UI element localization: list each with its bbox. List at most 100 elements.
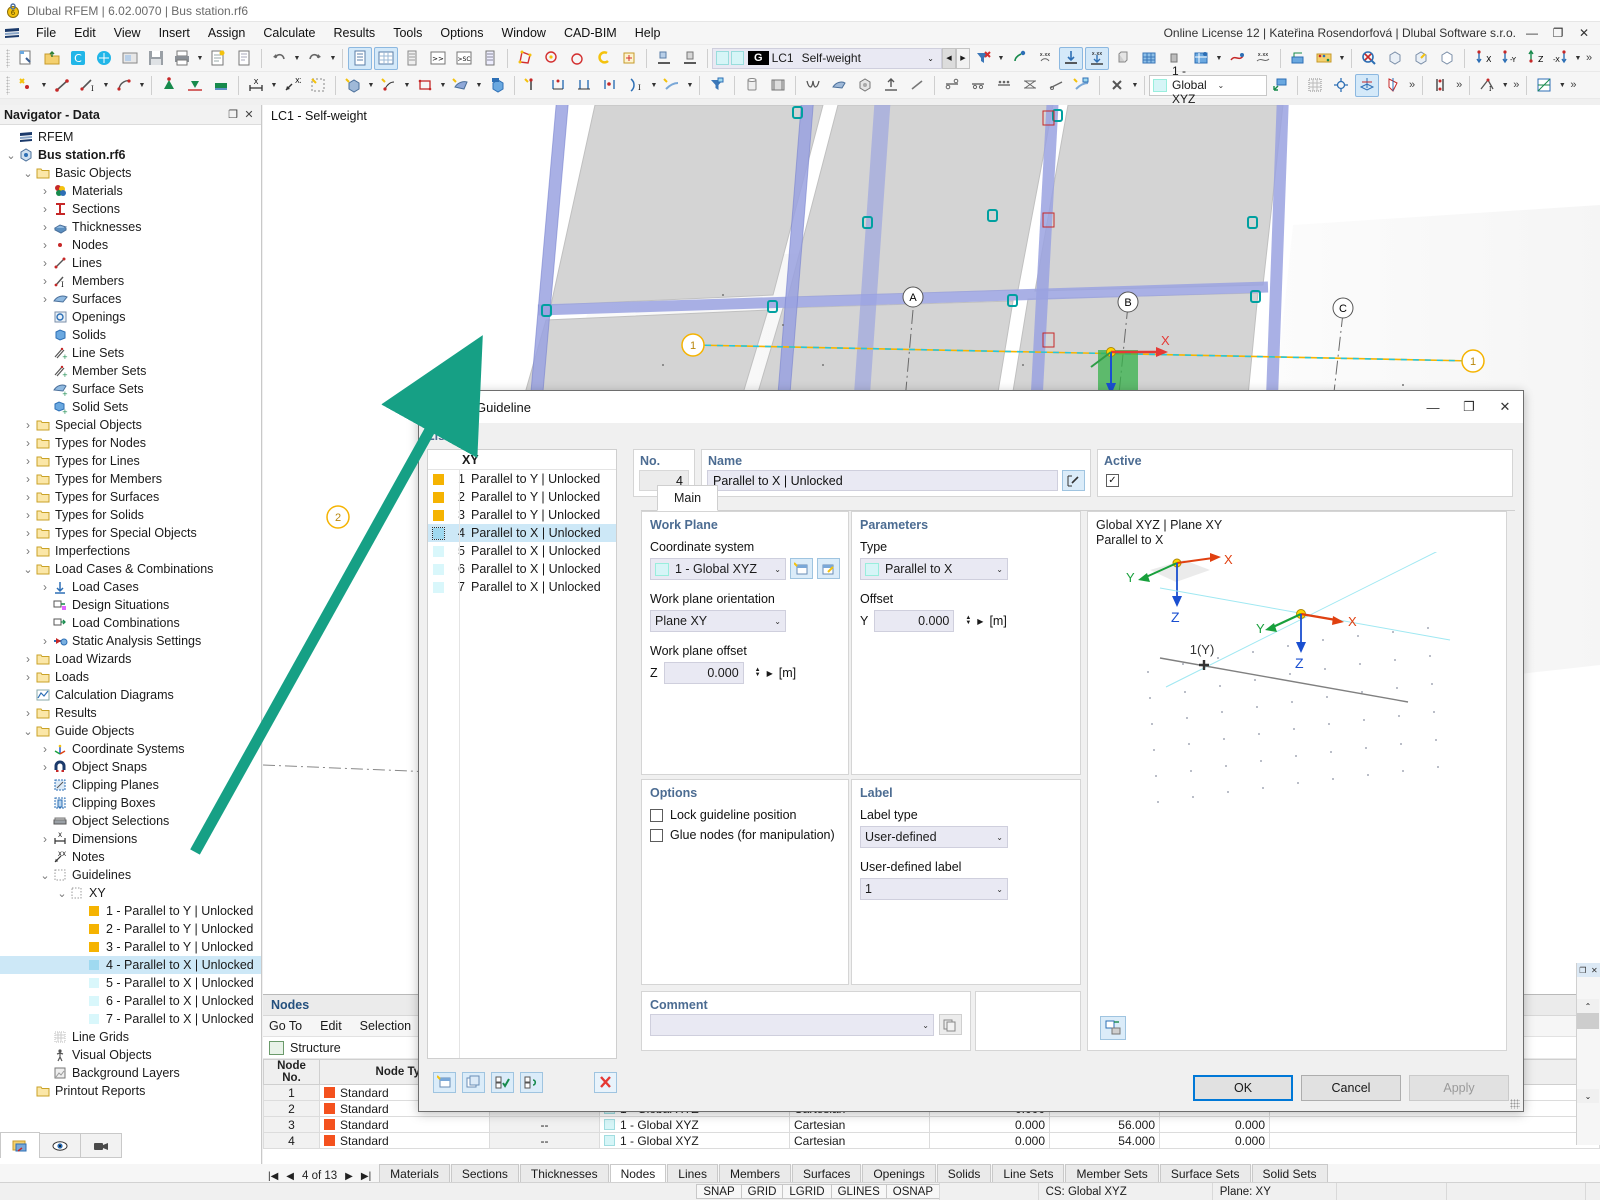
nav-item-background-layers[interactable]: Background Layers — [0, 1064, 261, 1082]
extrude-icon[interactable] — [879, 74, 903, 97]
navigator-tab-display[interactable] — [39, 1133, 81, 1158]
cell-node-no[interactable]: 4 — [264, 1133, 320, 1149]
nav-item-dimensions[interactable]: ›XDimensions — [0, 830, 261, 848]
dialog-close-button[interactable]: ✕ — [1487, 392, 1523, 422]
member-type-icon[interactable]: I — [624, 74, 648, 97]
properties-icon[interactable] — [478, 47, 502, 70]
nav-item-object-selections[interactable]: Object Selections — [0, 812, 261, 830]
member-hinge-icon[interactable] — [546, 74, 570, 97]
document-icon[interactable] — [232, 47, 256, 70]
status-toggle-osnap[interactable]: OSNAP — [886, 1184, 940, 1199]
list-panel-icon[interactable] — [400, 47, 424, 70]
nav-item-6-parallel-to-x-unlocked[interactable]: 6 - Parallel to X | Unlocked — [0, 992, 261, 1010]
navigator-undock-icon[interactable]: ❐ — [225, 107, 241, 123]
status-toggle-snap[interactable]: SNAP — [696, 1184, 741, 1199]
nav-item-types-for-special-objects[interactable]: ›Types for Special Objects — [0, 524, 261, 542]
object-tab-surfaces[interactable]: Surfaces — [792, 1164, 861, 1182]
preview-panel[interactable]: Global XYZ | Plane XY Parallel to X X Y … — [1087, 511, 1507, 1051]
navigator-tree[interactable]: RFEM⌄Bus station.rf6⌄Basic Objects›Mater… — [0, 125, 261, 1124]
curve-icon[interactable] — [801, 74, 825, 97]
new-member-dropdown-icon[interactable]: ▼ — [101, 74, 111, 97]
line-segment-icon[interactable] — [905, 74, 929, 97]
pager-next-button[interactable]: ▶ — [345, 1171, 353, 1182]
nav-expander[interactable]: ⌄ — [21, 563, 35, 576]
filter-display-icon[interactable] — [705, 74, 729, 97]
nav-expander[interactable]: › — [21, 436, 35, 450]
restore-button[interactable]: ❐ — [1546, 24, 1570, 42]
table-menu-selection[interactable]: Selection — [360, 1019, 411, 1033]
table-row[interactable]: 4Standard--1 - Global XYZCartesian0.0005… — [264, 1133, 1600, 1149]
load-case-chevron-down-icon[interactable]: ⌄ — [927, 54, 939, 63]
nav-expander[interactable]: › — [38, 256, 52, 270]
delete-dropdown-icon[interactable]: ▼ — [1130, 74, 1140, 97]
angle-dropdown-icon[interactable]: ▼ — [1500, 74, 1510, 97]
render-solid-icon[interactable] — [1111, 47, 1135, 70]
toolbar2-overflow-3[interactable]: » — [1510, 79, 1522, 91]
rib-icon[interactable] — [660, 74, 684, 97]
cell-coordinate-system[interactable]: 1 - Global XYZ — [600, 1117, 790, 1133]
toolbar-grip[interactable] — [6, 49, 10, 68]
pager-last-button[interactable]: ▶| — [361, 1171, 371, 1182]
guideline-list-item[interactable]: 4Parallel to X | Unlocked — [428, 524, 616, 542]
nav-item-member-sets[interactable]: +Member Sets — [0, 362, 261, 380]
rfem-icon[interactable]: C — [66, 47, 90, 70]
object-tab-solids[interactable]: Solids — [937, 1164, 992, 1182]
cell-y[interactable]: 54.000 — [1050, 1133, 1160, 1149]
nav-expander[interactable]: › — [38, 742, 52, 756]
nav-item-lines[interactable]: ›Lines — [0, 254, 261, 272]
guideline-list-item[interactable]: 3Parallel to Y | Unlocked — [428, 506, 616, 524]
nav-expander[interactable]: › — [38, 220, 52, 234]
select-all-icon[interactable] — [491, 1072, 514, 1093]
surface-shape-icon[interactable] — [827, 74, 851, 97]
nav-item-notes[interactable]: XXNotes — [0, 848, 261, 866]
menu-item-tools[interactable]: Tools — [384, 23, 431, 43]
guideline-list-item[interactable]: 6Parallel to X | Unlocked — [428, 560, 616, 578]
nav-item-7-parallel-to-x-unlocked[interactable]: 7 - Parallel to X | Unlocked — [0, 1010, 261, 1028]
view-iso-icon[interactable] — [1383, 47, 1407, 70]
nav-item-static-analysis-settings[interactable]: ›Static Analysis Settings — [0, 632, 261, 650]
results-values-icon[interactable]: x.xx — [1251, 47, 1275, 70]
work-plane-offset-spinner[interactable]: ▲▼ — [755, 668, 761, 678]
status-toggle-glines[interactable]: GLINES — [831, 1184, 887, 1199]
cell-x[interactable]: 0.000 — [930, 1117, 1050, 1133]
nav-expander[interactable]: ⌄ — [38, 869, 52, 882]
table-row[interactable]: 3Standard--1 - Global XYZCartesian0.0005… — [264, 1117, 1600, 1133]
comment-copy-icon[interactable] — [939, 1014, 962, 1035]
cell-z[interactable]: 0.000 — [1160, 1117, 1270, 1133]
cancel-button[interactable]: Cancel — [1301, 1075, 1401, 1101]
menu-item-calculate[interactable]: Calculate — [254, 23, 324, 43]
load-case-combo[interactable]: G LC1 Self-weight ⌄ — [712, 48, 942, 69]
object-tab-member-sets[interactable]: Member Sets — [1065, 1164, 1158, 1182]
note-icon[interactable]: XX — [280, 74, 304, 97]
navigator-tab-data[interactable] — [0, 1132, 40, 1158]
status-toggle-lgrid[interactable]: LGRID — [782, 1184, 831, 1199]
close-button[interactable]: ✕ — [1572, 24, 1596, 42]
member-release-3-icon[interactable] — [992, 74, 1016, 97]
edit-coordinate-system-icon[interactable] — [817, 558, 840, 579]
nav-item-types-for-nodes[interactable]: ›Types for Nodes — [0, 434, 261, 452]
nav-item-imperfections[interactable]: ›Imperfections — [0, 542, 261, 560]
comment-input[interactable]: ⌄ — [650, 1014, 934, 1036]
menu-item-insert[interactable]: Insert — [150, 23, 199, 43]
pager-prev-button[interactable]: ◀ — [286, 1171, 294, 1182]
nav-item-nodes[interactable]: ›Nodes — [0, 236, 261, 254]
nav-expander[interactable]: › — [38, 238, 52, 252]
nav-expander[interactable]: ⌄ — [21, 167, 35, 180]
cell-extra[interactable] — [1270, 1117, 1600, 1133]
member-cross-icon[interactable] — [1018, 74, 1042, 97]
nav-item-guidelines[interactable]: ⌄Guidelines — [0, 866, 261, 884]
rib-dropdown-icon[interactable]: ▼ — [685, 74, 695, 97]
nav-item-solid-sets[interactable]: +Solid Sets — [0, 398, 261, 416]
nav-item-types-for-lines[interactable]: ›Types for Lines — [0, 452, 261, 470]
console-icon[interactable]: >> — [426, 47, 450, 70]
table-menu-goto[interactable]: Go To — [269, 1019, 302, 1033]
member-eccentricity-icon[interactable] — [572, 74, 596, 97]
nodal-load-icon[interactable] — [377, 74, 401, 97]
nav-expander[interactable]: › — [21, 544, 35, 558]
lock-guideline-checkbox[interactable] — [650, 809, 663, 822]
cell-z[interactable]: 0.000 — [1160, 1133, 1270, 1149]
surface-load-icon[interactable] — [449, 74, 473, 97]
nav-item-basic-objects[interactable]: ⌄Basic Objects — [0, 164, 261, 182]
nav-expander[interactable]: › — [21, 454, 35, 468]
member-slanted-icon[interactable] — [1044, 74, 1068, 97]
